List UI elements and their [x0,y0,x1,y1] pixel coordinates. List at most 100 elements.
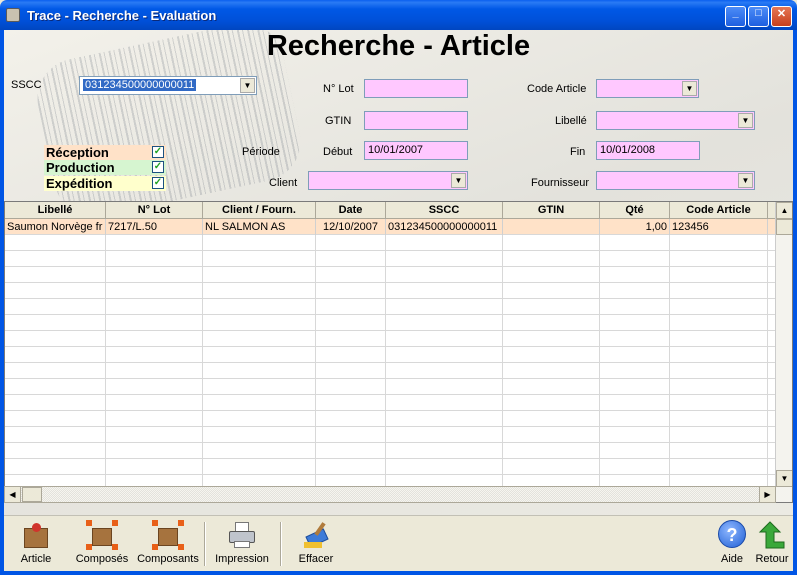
grid-line [315,235,316,251]
libelle-combo[interactable]: ▼ [596,111,755,130]
grid-line [502,299,503,315]
aide-button[interactable]: ? Aide [714,520,750,570]
grid-line [502,379,503,395]
check-icon[interactable]: ✓ [152,177,164,189]
grid-line [202,411,203,427]
grid-line [669,395,670,411]
impression-label: Impression [215,553,269,565]
column-header-gtin[interactable]: GTIN [503,202,600,219]
grid-line [599,363,600,379]
debut-label: Début [323,146,353,158]
column-header-libelle[interactable]: Libellé [5,202,106,219]
empty-table-row [5,443,776,459]
grid-line [767,379,768,395]
scroll-right-icon[interactable]: ▶ [759,486,776,503]
chevron-down-icon[interactable]: ▼ [738,173,753,188]
box-icon [20,520,52,550]
debut-input[interactable]: 10/01/2007 [364,141,468,160]
results-grid[interactable]: Libellé N° Lot Client / Fourn. Date SSCC… [4,201,793,503]
scroll-thumb[interactable] [776,219,792,235]
lot-label: N° Lot [323,83,354,95]
grid-line [502,459,503,475]
scroll-thumb[interactable] [22,487,42,502]
grid-line [315,347,316,363]
check-icon[interactable]: ✓ [152,161,164,173]
cell-date: 12/10/2007 [316,219,386,235]
reception-checkbox[interactable]: Réception ✓ [44,145,166,160]
maximize-button[interactable]: □ [748,6,769,27]
chevron-down-icon[interactable]: ▼ [240,78,255,93]
retour-button[interactable]: Retour [752,520,792,570]
retour-label: Retour [755,553,789,565]
article-label: Article [20,553,52,565]
empty-table-row [5,299,776,315]
minimize-button[interactable]: _ [725,6,746,27]
cell-code-article: 123456 [670,219,768,235]
grid-line [385,379,386,395]
grid-line [105,267,106,283]
effacer-button[interactable]: Effacer [294,520,338,570]
grid-line [599,443,600,459]
grid-line [502,251,503,267]
grid-line [669,363,670,379]
chevron-down-icon[interactable]: ▼ [682,81,697,96]
grid-line [599,379,600,395]
scroll-up-icon[interactable]: ▲ [776,202,792,219]
column-header-lot[interactable]: N° Lot [106,202,203,219]
grid-line [599,283,600,299]
production-checkbox[interactable]: Production ✓ [44,160,166,175]
column-header-client[interactable]: Client / Fourn. [203,202,316,219]
grid-line [767,315,768,331]
composants-button[interactable]: Composants [136,520,200,570]
grid-line [669,283,670,299]
column-header-code-article[interactable]: Code Article [670,202,768,219]
grid-line [385,331,386,347]
composes-button[interactable]: Composés [74,520,130,570]
grid-line [315,251,316,267]
gtin-input[interactable] [364,111,468,130]
grid-line [599,459,600,475]
expedition-checkbox[interactable]: Expédition ✓ [44,176,166,191]
column-header-sscc[interactable]: SSCC [386,202,503,219]
cell-gtin [503,219,600,235]
grid-line [385,283,386,299]
grid-line [669,443,670,459]
grid-line [599,347,600,363]
article-button[interactable]: Article [14,520,58,570]
chevron-down-icon[interactable]: ▼ [451,173,466,188]
grid-line [767,443,768,459]
empty-table-row [5,347,776,363]
grid-line [669,459,670,475]
fin-input[interactable]: 10/01/2008 [596,141,700,160]
scroll-down-icon[interactable]: ▼ [776,470,792,487]
window-title: Trace - Recherche - Evaluation [27,8,217,23]
scroll-left-icon[interactable]: ◀ [4,486,21,503]
grid-line [105,411,106,427]
column-header-qte[interactable]: Qté [600,202,670,219]
check-icon[interactable]: ✓ [152,146,164,158]
code-article-combo[interactable]: ▼ [596,79,699,98]
client-combo[interactable]: ▼ [308,171,468,190]
cell-client: NL SALMON AS [203,219,316,235]
empty-table-row [5,459,776,475]
grid-line [202,347,203,363]
grid-line [599,395,600,411]
grid-line [105,235,106,251]
vertical-scrollbar[interactable]: ▲ ▼ [775,202,792,502]
chevron-down-icon[interactable]: ▼ [738,113,753,128]
fournisseur-combo[interactable]: ▼ [596,171,755,190]
grid-line [599,235,600,251]
grid-line [767,347,768,363]
sscc-value: 031234500000000011 [83,79,197,91]
cell-lot: 7217/L.50 [106,219,203,235]
lot-input[interactable] [364,79,468,98]
column-header-date[interactable]: Date [316,202,386,219]
close-button[interactable]: ✕ [771,6,792,27]
sscc-combo[interactable]: 031234500000000011 ▼ [79,76,257,95]
impression-button[interactable]: Impression [212,520,272,570]
table-row[interactable]: Saumon Norvège fr 7217/L.50 NL SALMON AS… [5,219,776,235]
grid-line [385,235,386,251]
grid-line [315,459,316,475]
horizontal-scrollbar[interactable]: ◀ ▶ [4,486,776,503]
grid-line [105,459,106,475]
